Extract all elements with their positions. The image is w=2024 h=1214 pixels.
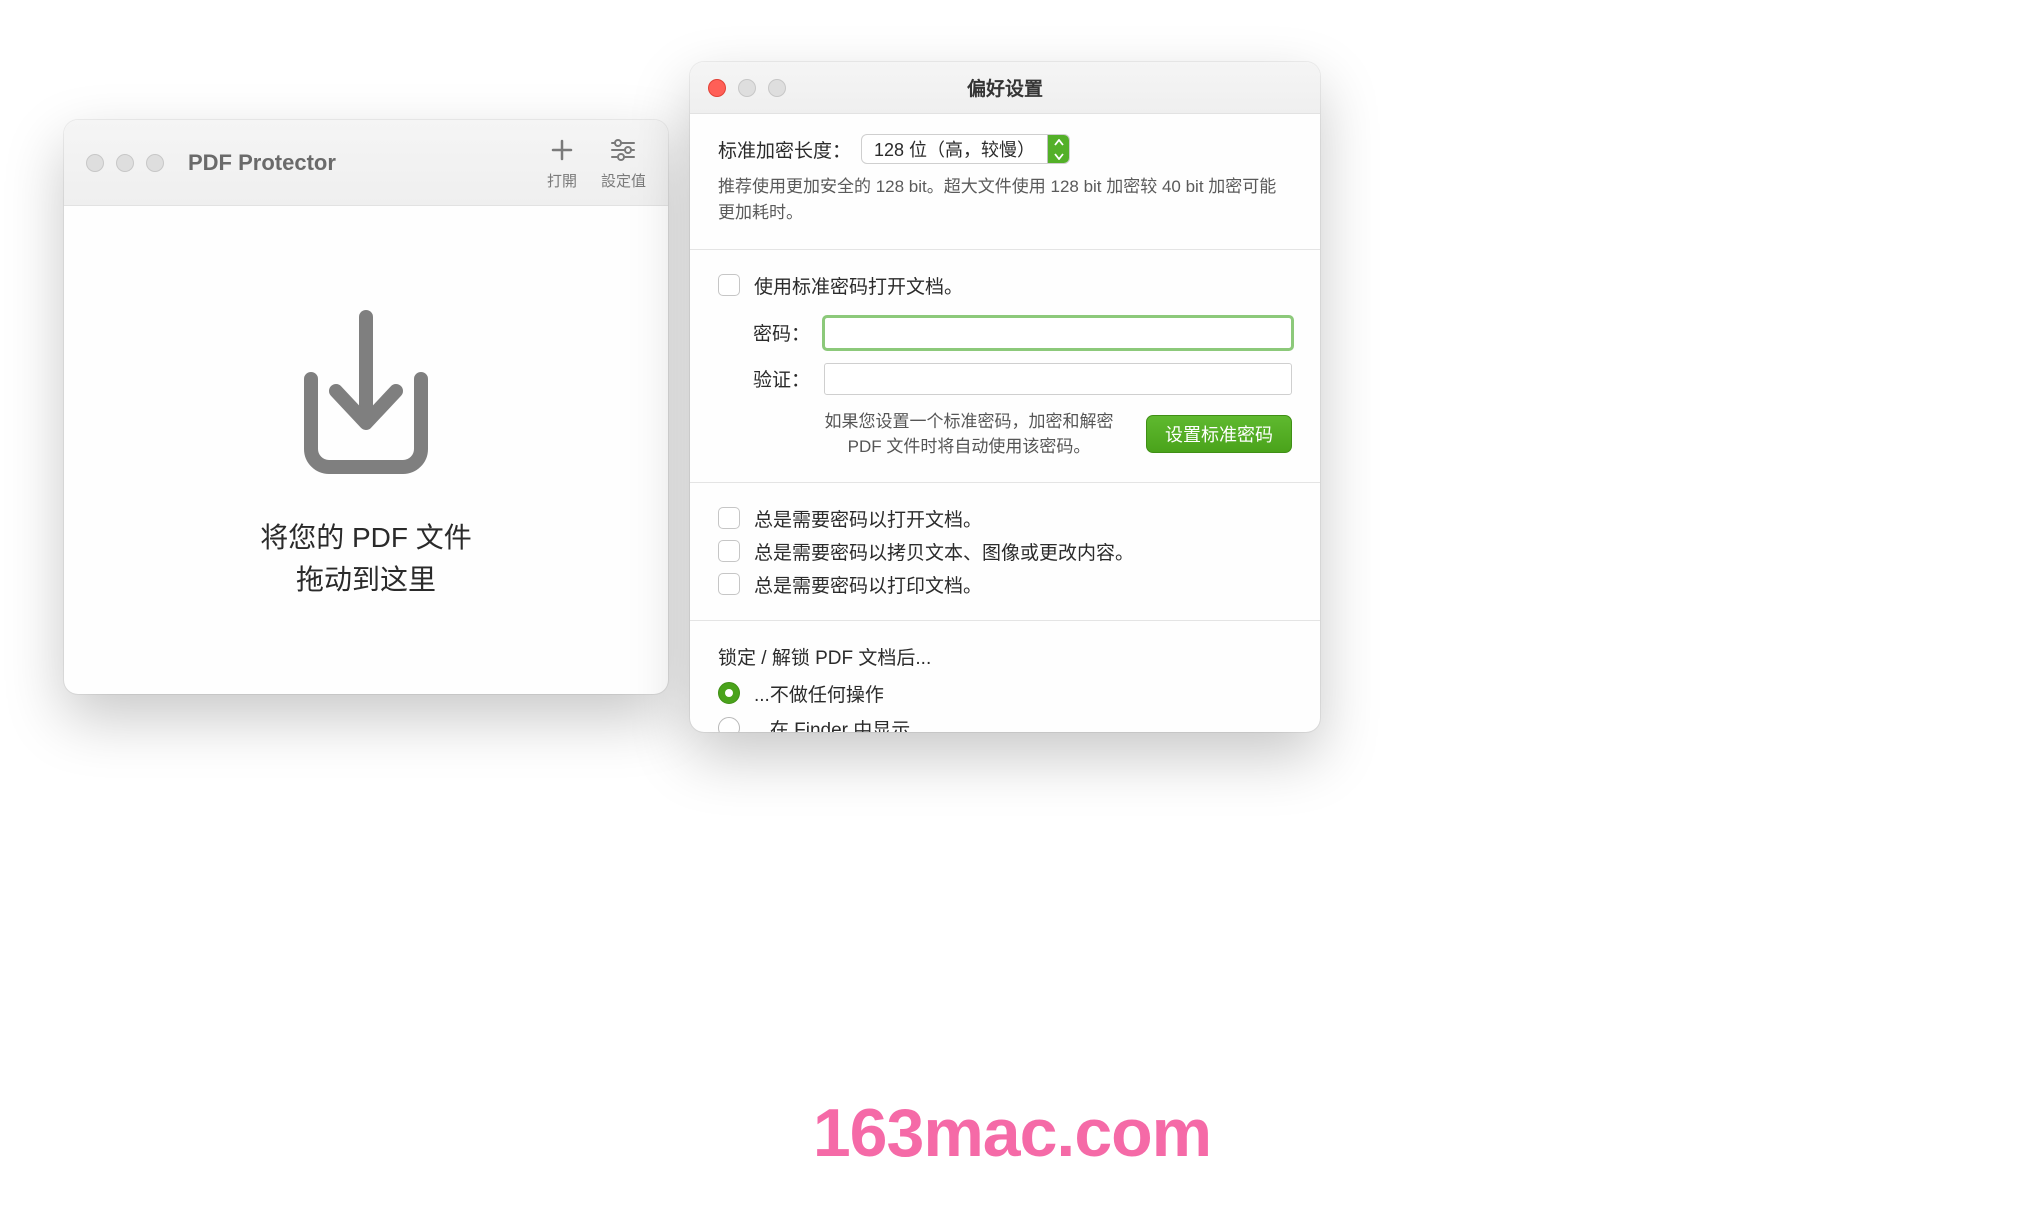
password-grid: 密码： 验证： 如果您设置一个标准密码，加密和解密 PDF 文件时将自动使用该密… bbox=[718, 317, 1292, 460]
minimize-icon[interactable] bbox=[116, 154, 134, 172]
window-title: PDF Protector bbox=[188, 150, 336, 176]
prefs-title: 偏好设置 bbox=[967, 74, 1043, 101]
zoom-icon[interactable] bbox=[768, 79, 786, 97]
sliders-icon bbox=[610, 134, 636, 166]
traffic-lights bbox=[86, 154, 164, 172]
plus-icon bbox=[550, 134, 574, 166]
always-copy-checkbox[interactable] bbox=[718, 540, 740, 562]
set-std-password-button[interactable]: 设置标准密码 bbox=[1146, 415, 1292, 453]
main-window: PDF Protector 打開 bbox=[64, 120, 668, 694]
std-password-checkbox-row: 使用标准密码打开文档。 bbox=[718, 272, 1292, 299]
separator bbox=[690, 249, 1320, 250]
open-button[interactable]: 打開 bbox=[547, 134, 577, 191]
close-icon[interactable] bbox=[86, 154, 104, 172]
std-password-checkbox[interactable] bbox=[718, 274, 740, 296]
drop-text: 将您的 PDF 文件 拖动到这里 bbox=[260, 517, 472, 601]
stepper-icon bbox=[1047, 135, 1069, 163]
verify-label: 验证： bbox=[718, 365, 810, 392]
separator bbox=[690, 620, 1320, 621]
zoom-icon[interactable] bbox=[146, 154, 164, 172]
encryption-label: 标准加密长度： bbox=[718, 136, 851, 163]
watermark-text: 163mac.com bbox=[813, 1094, 1211, 1172]
prefs-titlebar: 偏好设置 bbox=[690, 62, 1320, 114]
always-open-checkbox[interactable] bbox=[718, 507, 740, 529]
password-label: 密码： bbox=[718, 319, 810, 346]
encryption-hint: 推荐使用更加安全的 128 bit。超大文件使用 128 bit 加密较 40 … bbox=[718, 174, 1292, 227]
encryption-row: 标准加密长度： 128 位（高，较慢） bbox=[718, 134, 1292, 164]
after-lock-heading: 锁定 / 解锁 PDF 文档后... bbox=[718, 643, 1292, 670]
always-print-checkbox[interactable] bbox=[718, 573, 740, 595]
after-finder-radio[interactable] bbox=[718, 717, 740, 732]
drop-zone[interactable]: 将您的 PDF 文件 拖动到这里 bbox=[64, 206, 668, 694]
verify-input[interactable] bbox=[824, 363, 1292, 395]
drop-icon bbox=[281, 299, 451, 489]
main-titlebar: PDF Protector 打開 bbox=[64, 120, 668, 206]
traffic-lights bbox=[708, 79, 786, 97]
separator bbox=[690, 482, 1320, 483]
prefs-body: 标准加密长度： 128 位（高，较慢） 推荐使用更加安全的 128 bit。超大… bbox=[690, 114, 1320, 732]
preferences-window: 偏好设置 标准加密长度： 128 位（高，较慢） 推荐使用更加安全的 128 b… bbox=[690, 62, 1320, 732]
encryption-select[interactable]: 128 位（高，较慢） bbox=[861, 134, 1070, 164]
std-password-note: 如果您设置一个标准密码，加密和解密 PDF 文件时将自动使用该密码。 bbox=[718, 409, 1128, 460]
minimize-icon[interactable] bbox=[738, 79, 756, 97]
close-icon[interactable] bbox=[708, 79, 726, 97]
settings-button[interactable]: 設定值 bbox=[601, 134, 646, 191]
password-input[interactable] bbox=[824, 317, 1292, 349]
toolbar: 打開 設定值 bbox=[547, 134, 646, 191]
after-none-radio[interactable] bbox=[718, 682, 740, 704]
